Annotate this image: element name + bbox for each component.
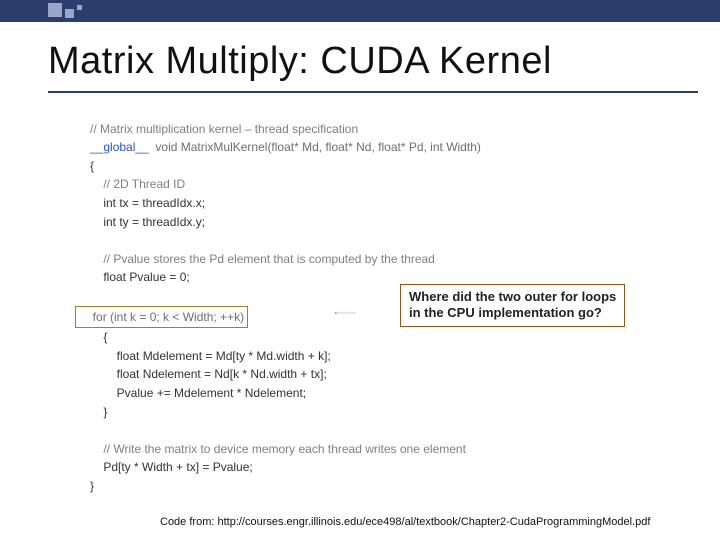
code-citation: Code from: http://courses.engr.illinois.… bbox=[160, 516, 650, 528]
annotation-callout: Where did the two outer for loops in the… bbox=[400, 284, 625, 327]
code-line: } bbox=[90, 479, 94, 493]
code-line: // Write the matrix to device memory eac… bbox=[90, 442, 466, 456]
code-line: } bbox=[90, 405, 107, 419]
code-line: Pd[ty * Width + tx] = Pvalue; bbox=[90, 460, 253, 474]
code-line: // Matrix multiplication kernel – thread… bbox=[90, 122, 358, 136]
arrow-icon bbox=[290, 312, 400, 314]
code-line: float Pvalue = 0; bbox=[90, 270, 190, 284]
code-line: void MatrixMulKernel(float* Md, float* N… bbox=[149, 140, 481, 154]
square-icon bbox=[65, 9, 74, 18]
code-keyword: __global__ bbox=[90, 140, 149, 154]
slide-title: Matrix Multiply: CUDA Kernel bbox=[48, 40, 720, 83]
code-line: // 2D Thread ID bbox=[90, 177, 185, 191]
code-line: int tx = threadIdx.x; bbox=[90, 196, 205, 210]
code-line: // Pvalue stores the Pd element that is … bbox=[90, 252, 435, 266]
highlighted-for-loop: for (int k = 0; k < Width; ++k) bbox=[75, 306, 248, 329]
code-line: { bbox=[90, 330, 107, 344]
code-line: { bbox=[90, 159, 94, 173]
square-icon bbox=[77, 5, 82, 10]
decorative-squares bbox=[48, 3, 82, 18]
code-line: float Mdelement = Md[ty * Md.width + k]; bbox=[90, 349, 331, 363]
code-line: Pvalue += Mdelement * Ndelement; bbox=[90, 386, 306, 400]
slide-top-bar bbox=[0, 0, 720, 22]
code-line: int ty = threadIdx.y; bbox=[90, 215, 205, 229]
square-icon bbox=[48, 3, 62, 17]
title-divider bbox=[48, 91, 698, 93]
code-line: float Ndelement = Nd[k * Nd.width + tx]; bbox=[90, 367, 327, 381]
